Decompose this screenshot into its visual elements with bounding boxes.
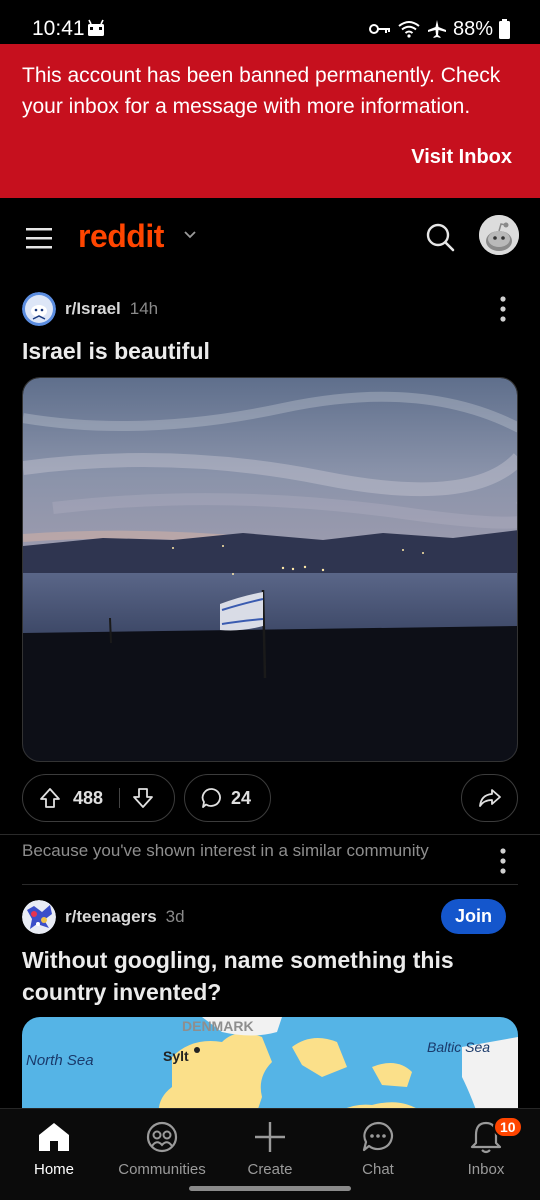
join-button[interactable]: Join <box>441 899 506 934</box>
subreddit-name[interactable]: r/teenagers <box>65 907 157 927</box>
status-icons: 88% <box>368 17 510 41</box>
nav-create-label: Create <box>247 1161 293 1178</box>
nav-communities[interactable]: Communities <box>112 1119 212 1185</box>
subreddit-name[interactable]: r/Israel <box>65 299 121 319</box>
nav-inbox-label: Inbox <box>467 1161 505 1178</box>
share-icon <box>478 789 501 807</box>
android-icon <box>88 19 104 36</box>
gesture-bar[interactable] <box>189 1186 351 1191</box>
status-bar: 10:41 88% <box>0 0 540 44</box>
recommendation-divider <box>22 884 518 885</box>
nav-inbox[interactable]: 10 Inbox <box>436 1116 536 1185</box>
visit-inbox-button[interactable]: Visit Inbox <box>411 146 512 169</box>
north-sea-label: North Sea <box>26 1052 94 1069</box>
wifi-icon <box>398 21 420 38</box>
battery-icon <box>499 19 510 39</box>
menu-icon[interactable] <box>26 227 52 249</box>
sunset-photo <box>23 378 517 761</box>
ban-banner: This account has been banned permanently… <box>0 44 540 198</box>
sylt-label: Sylt <box>163 1048 189 1064</box>
israel-snoo-icon <box>22 292 56 326</box>
status-time: 10:41 <box>32 17 85 40</box>
chat-icon <box>362 1121 394 1152</box>
ban-message: This account has been banned permanently… <box>22 64 501 118</box>
upvote-icon[interactable] <box>39 787 61 809</box>
snoo-avatar-icon <box>479 215 519 255</box>
search-icon[interactable] <box>425 222 455 252</box>
vote-divider <box>119 788 121 808</box>
recommendation-reason: Because you've shown interest in a simil… <box>22 841 429 860</box>
post-title[interactable]: Israel is beautiful <box>22 335 210 367</box>
inbox-badge: 10 <box>493 1116 523 1138</box>
top-app-bar: reddit <box>0 198 540 278</box>
downvote-icon[interactable] <box>132 787 154 809</box>
nav-communities-label: Communities <box>118 1161 206 1178</box>
post2-title[interactable]: Without googling, name something this co… <box>22 944 502 1008</box>
upvote-count: 488 <box>73 787 104 808</box>
airplane-icon <box>427 20 446 38</box>
post-age: 3d <box>165 907 185 926</box>
subreddit-icon[interactable] <box>22 900 56 934</box>
home-icon <box>39 1123 69 1151</box>
post-image[interactable] <box>22 377 518 762</box>
denmark-label: DENMARK <box>182 1018 254 1034</box>
nav-chat-label: Chat <box>362 1161 394 1178</box>
subreddit-icon[interactable] <box>22 292 56 326</box>
share-button[interactable] <box>461 774 518 822</box>
post-age: 14h <box>129 299 159 318</box>
comments-button[interactable]: 24 <box>184 774 271 822</box>
comment-count: 24 <box>231 787 252 808</box>
post-divider <box>0 834 540 835</box>
nav-chat[interactable]: Chat <box>328 1119 428 1185</box>
battery-percent: 88% <box>452 17 493 40</box>
post-header: r/Israel 14h <box>22 291 158 327</box>
plus-icon <box>255 1122 285 1152</box>
key-icon <box>368 24 390 34</box>
chevron-down-icon[interactable] <box>183 228 197 242</box>
comment-icon <box>201 788 221 808</box>
post-overflow-icon[interactable] <box>498 296 508 322</box>
user-avatar[interactable] <box>479 215 519 255</box>
nav-home-label: Home <box>33 1161 74 1178</box>
teenagers-community-icon <box>22 900 56 934</box>
reddit-logo[interactable]: reddit <box>78 218 164 255</box>
vote-control: 488 <box>22 774 175 822</box>
nav-home[interactable]: Home <box>4 1119 104 1185</box>
post2-header: r/teenagers 3d <box>22 899 185 935</box>
recommendation-overflow-icon[interactable] <box>498 848 508 874</box>
baltic-sea-label: Baltic Sea <box>427 1039 490 1055</box>
communities-icon <box>146 1121 178 1153</box>
nav-create[interactable]: Create <box>220 1119 320 1185</box>
